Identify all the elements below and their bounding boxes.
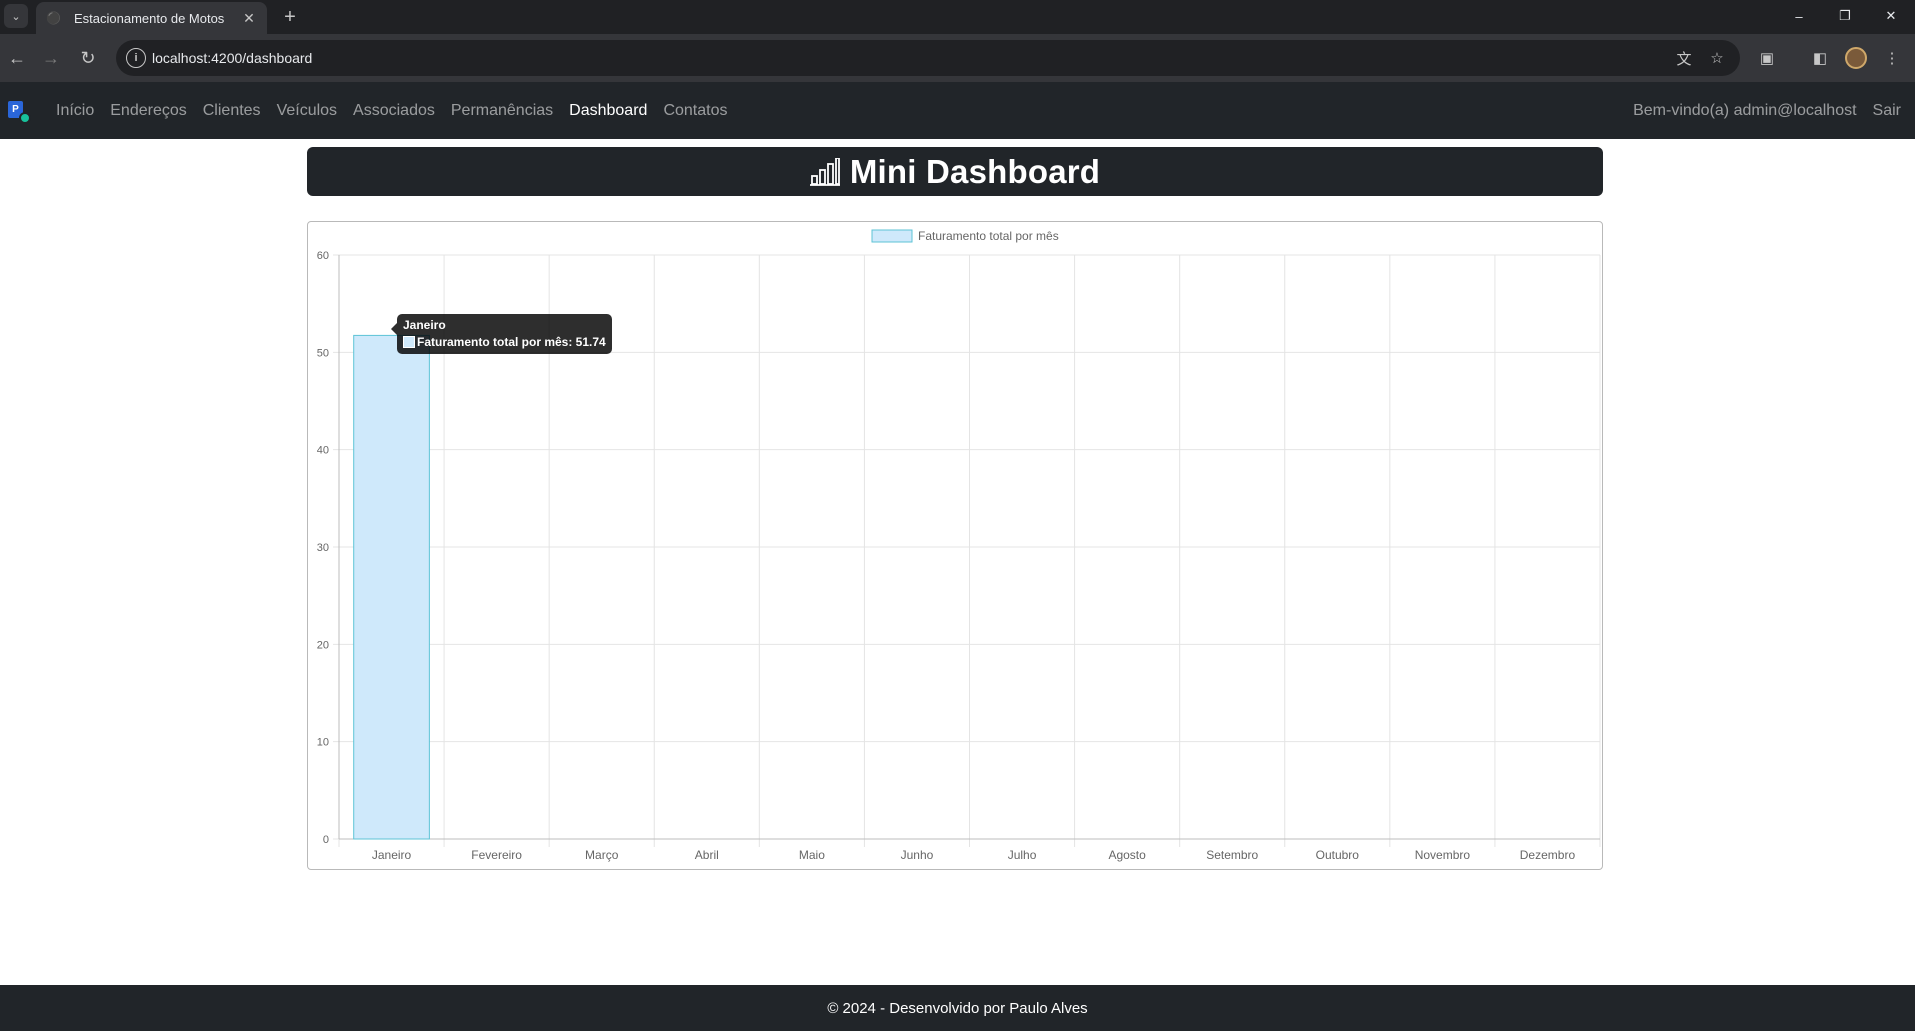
nav-link-inicio[interactable]: Início: [56, 102, 94, 120]
chart-tooltip: Janeiro Faturamento total por mês: 51.74: [391, 314, 612, 354]
more-menu-icon[interactable]: ⋮: [1880, 46, 1904, 70]
x-tick-label: Novembro: [1415, 848, 1471, 862]
reload-icon[interactable]: ↻: [74, 44, 102, 72]
y-tick-label: 20: [317, 639, 329, 651]
restore-icon[interactable]: ❐: [1822, 4, 1868, 28]
x-tick-label: Maio: [799, 848, 825, 862]
x-tick-label: Setembro: [1206, 848, 1258, 862]
x-tick-label: Julho: [1008, 848, 1037, 862]
browser-tabstrip: ⌄ ⚫ Estacionamento de Motos ✕ + – ❐ ✕: [0, 0, 1915, 34]
x-tick-label: Abril: [695, 848, 719, 862]
y-tick-label: 40: [317, 445, 329, 457]
minimize-icon[interactable]: –: [1776, 4, 1822, 28]
forward-icon[interactable]: →: [37, 44, 65, 72]
nav-link-clientes[interactable]: Clientes: [203, 102, 261, 120]
x-tick-label: Março: [585, 848, 619, 862]
page-title: Mini Dashboard: [849, 152, 1101, 190]
motorcycle-favicon-icon: ⚫: [46, 11, 61, 25]
dashboard-header: Mini Dashboard: [307, 147, 1603, 196]
nav-link-associados[interactable]: Associados: [353, 102, 435, 120]
address-bar[interactable]: i localhost:4200/dashboard 文 ☆: [116, 40, 1740, 76]
y-tick-label: 50: [317, 347, 329, 359]
legend-label: Faturamento total por mês: [918, 229, 1059, 243]
y-tick-label: 0: [323, 834, 329, 846]
back-icon[interactable]: ←: [3, 44, 31, 72]
nav-link-veiculos[interactable]: Veículos: [277, 102, 337, 120]
x-tick-label: Junho: [901, 848, 934, 862]
close-window-icon[interactable]: ✕: [1868, 4, 1914, 28]
x-tick-label: Fevereiro: [471, 848, 522, 862]
logout-link[interactable]: Sair: [1873, 102, 1901, 120]
tab-search-icon[interactable]: ⌄: [4, 4, 28, 28]
nav-link-permanencias[interactable]: Permanências: [451, 102, 553, 120]
x-tick-label: Dezembro: [1520, 848, 1576, 862]
nav-user-area: Bem-vindo(a) admin@localhost Sair: [1617, 82, 1901, 139]
nav-link-contatos[interactable]: Contatos: [663, 102, 727, 120]
chart-card: 0 10 20 30 40 50 60 Janeiro Fevereiro Março Abril M…: [307, 221, 1603, 870]
footer-text: © 2024 - Desenvolvido por Paulo Alves: [827, 999, 1088, 1017]
star-icon[interactable]: ☆: [1707, 48, 1727, 68]
translate-icon[interactable]: 文: [1674, 48, 1694, 68]
page-footer: © 2024 - Desenvolvido por Paulo Alves: [0, 985, 1915, 1031]
tooltip-label: Faturamento total por mês: 51.74: [417, 335, 606, 349]
site-info-icon[interactable]: i: [126, 48, 146, 68]
bar-janeiro[interactable]: [353, 334, 430, 840]
app-logo[interactable]: P: [8, 101, 32, 125]
side-panel-icon[interactable]: ◧: [1808, 46, 1832, 70]
tab-title: Estacionamento de Motos: [74, 10, 225, 26]
browser-tab[interactable]: ⚫ Estacionamento de Motos ✕: [36, 2, 267, 34]
tooltip-swatch: [403, 336, 415, 348]
nav-link-dashboard[interactable]: Dashboard: [569, 102, 647, 120]
y-tick-label: 10: [317, 737, 329, 749]
nav-links: Início Endereços Clientes Veículos Assoc…: [56, 82, 743, 139]
bar-chart-icon: [809, 157, 840, 186]
legend-swatch: [871, 229, 913, 243]
app-navbar: P Início Endereços Clientes Veículos Ass…: [0, 82, 1915, 139]
close-icon[interactable]: ✕: [241, 10, 257, 27]
x-tick-label: Outubro: [1316, 848, 1360, 862]
y-tick-label: 60: [317, 250, 329, 262]
x-tick-label: Agosto: [1108, 848, 1146, 862]
nav-link-enderecos[interactable]: Endereços: [110, 102, 187, 120]
url-text[interactable]: localhost:4200/dashboard: [152, 50, 312, 66]
y-tick-label: 30: [317, 542, 329, 554]
extensions-icon[interactable]: ▣: [1755, 46, 1779, 70]
logo-badge: [19, 112, 31, 124]
welcome-text: Bem-vindo(a) admin@localhost: [1633, 101, 1857, 119]
x-tick-label: Janeiro: [372, 848, 412, 862]
browser-toolbar: ← → ↻ i localhost:4200/dashboard 文 ☆ ▣ ◧…: [0, 34, 1915, 82]
profile-avatar[interactable]: [1845, 47, 1867, 69]
tooltip-title: Janeiro: [403, 318, 446, 332]
plus-icon[interactable]: +: [278, 5, 302, 29]
